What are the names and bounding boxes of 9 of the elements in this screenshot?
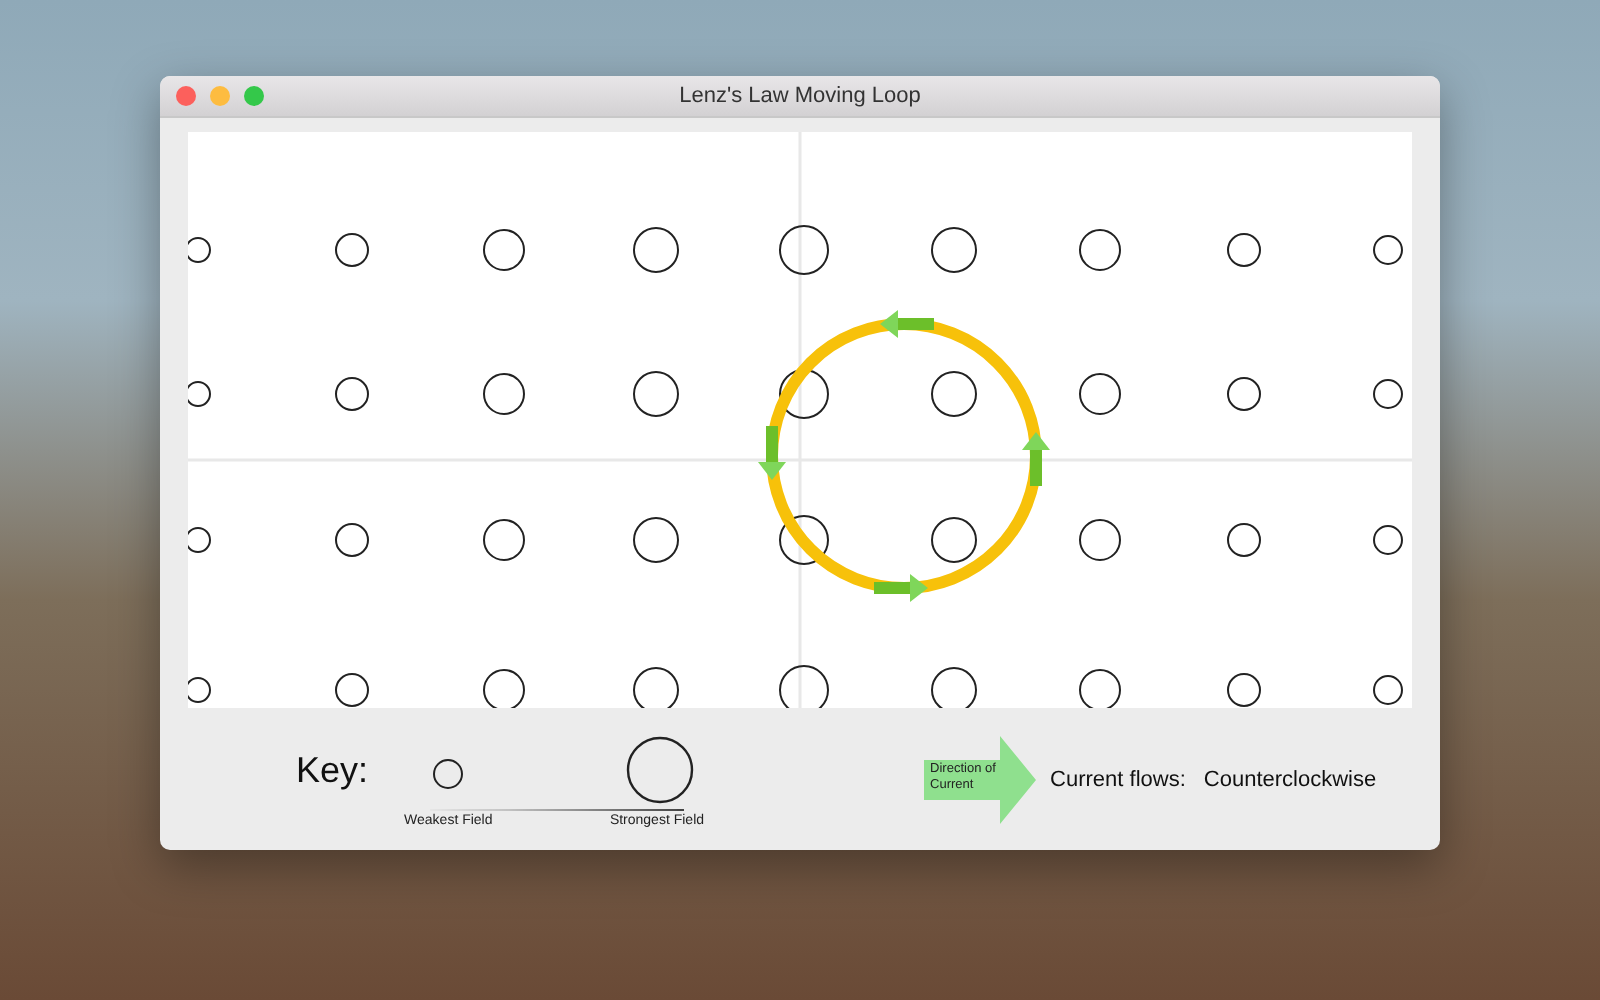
close-button[interactable] xyxy=(176,86,196,106)
current-flows-label: Current flows: xyxy=(1050,768,1186,792)
window-title: Lenz's Law Moving Loop xyxy=(679,84,921,108)
current-flows-value: Counterclockwise xyxy=(1203,768,1377,792)
key-label: Key: xyxy=(296,749,369,791)
minimize-button[interactable] xyxy=(210,86,230,106)
zoom-button[interactable] xyxy=(244,86,264,106)
direction-arrow xyxy=(924,736,1037,824)
wire-loop-drawing[interactable] xyxy=(758,310,1050,602)
